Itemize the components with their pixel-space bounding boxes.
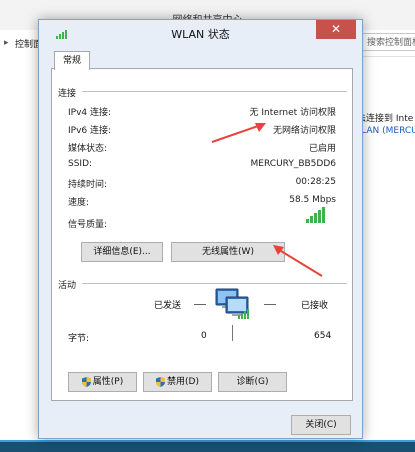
media-state-label: 媒体状态: xyxy=(68,144,108,154)
ipv4-label: IPv4 连接: xyxy=(68,108,112,118)
shield-icon xyxy=(81,376,91,387)
speed-value: 58.5 Mbps xyxy=(289,195,336,205)
section-divider xyxy=(82,283,347,284)
taskbar-accent xyxy=(0,440,415,442)
sent-label: 已发送 xyxy=(154,301,182,311)
ssid-value: MERCURY_BB5DD6 xyxy=(250,159,336,169)
ipv6-value: 无网络访问权限 xyxy=(272,126,336,136)
signal-bar xyxy=(310,216,313,223)
bytes-label: 字节: xyxy=(68,334,90,344)
ipv4-value: 无 Internet 访问权限 xyxy=(249,108,336,118)
bytes-divider xyxy=(232,325,233,341)
media-state-value: 已启用 xyxy=(308,144,336,154)
activity-section-title: 活动 xyxy=(58,281,77,291)
section-divider xyxy=(82,91,347,92)
properties-button-label: 属性(P) xyxy=(92,377,124,387)
ssid-label: SSID: xyxy=(68,159,93,169)
dialog-titlebar[interactable]: WLAN 状态 ✕ xyxy=(39,20,362,45)
general-panel: 连接 IPv4 连接: 无 Internet 访问权限 IPv6 连接: 无网络… xyxy=(51,68,353,401)
disable-button-label: 禁用(D) xyxy=(167,377,199,387)
details-button[interactable]: 详细信息(E)... xyxy=(81,242,163,262)
sent-dash xyxy=(194,304,206,305)
wlan-status-dialog: WLAN 状态 ✕ 常规 连接 IPv4 连接: 无 Internet 访问权限… xyxy=(38,19,363,439)
properties-button[interactable]: 属性(P) xyxy=(68,372,137,392)
signal-bar xyxy=(322,207,325,223)
close-button[interactable]: 关闭(C) xyxy=(291,415,351,435)
shield-icon xyxy=(156,376,166,387)
bytes-sent-value: 0 xyxy=(201,331,207,341)
network-status-text: 法连接到 Inte xyxy=(357,114,414,124)
search-input[interactable]: 搜索控制面板 xyxy=(362,33,415,51)
duration-label: 持续时间: xyxy=(68,180,108,190)
wireless-properties-button[interactable]: 无线属性(W) xyxy=(171,242,285,262)
dialog-title: WLAN 状态 xyxy=(171,28,230,41)
ipv6-label: IPv6 连接: xyxy=(68,126,112,136)
network-connection-link[interactable]: VLAN (MERCU xyxy=(355,126,415,136)
bytes-received-value: 654 xyxy=(314,331,332,341)
signal-quality-label: 信号质量: xyxy=(68,220,108,230)
signal-bar xyxy=(306,219,309,223)
received-label: 已接收 xyxy=(301,301,329,311)
chevron-right-icon[interactable]: ▸ xyxy=(4,38,9,48)
received-dash xyxy=(264,304,276,305)
disable-button[interactable]: 禁用(D) xyxy=(143,372,212,392)
diagnose-button[interactable]: 诊断(G) xyxy=(218,372,287,392)
signal-strength-icon xyxy=(306,207,325,223)
speed-label: 速度: xyxy=(68,198,90,208)
network-computers-icon xyxy=(215,288,249,319)
close-icon[interactable]: ✕ xyxy=(316,20,356,39)
connection-section-title: 连接 xyxy=(58,89,77,99)
tab-general[interactable]: 常规 xyxy=(54,51,90,70)
signal-bar xyxy=(318,210,321,223)
signal-bar xyxy=(314,213,317,223)
duration-value: 00:28:25 xyxy=(295,177,336,187)
